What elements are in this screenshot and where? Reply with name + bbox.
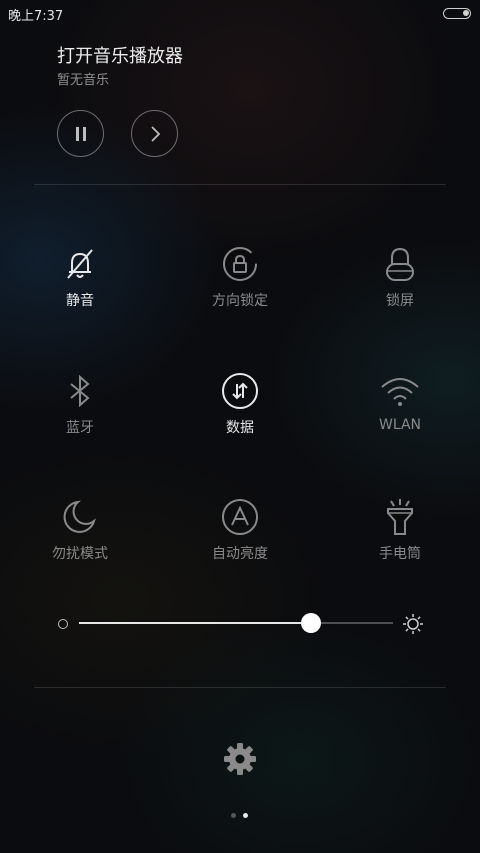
status-time: 晚上7:37 <box>8 9 64 24</box>
brightness-slider-thumb[interactable] <box>301 613 322 633</box>
bell-muted-icon <box>67 249 93 279</box>
brightness-low-icon <box>58 619 68 629</box>
pause-icon <box>75 126 86 141</box>
music-player-title[interactable]: 打开音乐播放器 <box>57 42 183 68</box>
bluetooth-icon <box>70 374 90 408</box>
settings-gear-icon[interactable] <box>222 741 258 777</box>
auto-brightness-icon <box>222 499 258 535</box>
next-track-button[interactable] <box>131 110 178 157</box>
flashlight-icon <box>387 499 413 535</box>
brightness-high-icon <box>403 614 423 634</box>
page-indicator-dot-2 <box>243 813 248 818</box>
toggle-flashlight-label: 手电筒 <box>379 546 421 562</box>
toggle-wlan[interactable]: WLAN <box>320 371 480 433</box>
toggle-bluetooth[interactable]: 蓝牙 <box>0 371 160 437</box>
divider-top <box>34 184 446 185</box>
toggle-lock-screen[interactable]: 锁屏 <box>320 244 480 310</box>
lock-icon <box>386 247 414 281</box>
toggle-mute[interactable]: 静音 <box>0 244 160 310</box>
toggle-mute-label: 静音 <box>66 293 94 309</box>
mobile-data-icon <box>222 373 258 409</box>
page-indicator-dot-1 <box>231 813 236 818</box>
toggle-mobile-data[interactable]: 数据 <box>160 371 320 437</box>
chevron-right-icon <box>150 125 160 142</box>
toggle-do-not-disturb-label: 勿扰模式 <box>52 546 108 562</box>
pause-button[interactable] <box>57 110 104 157</box>
toggle-auto-brightness[interactable]: 自动亮度 <box>160 497 320 563</box>
toggle-mobile-data-label: 数据 <box>226 420 254 436</box>
toggle-rotation-lock[interactable]: 方向锁定 <box>160 244 320 310</box>
toggle-wlan-label: WLAN <box>378 417 421 433</box>
toggle-flashlight[interactable]: 手电筒 <box>320 497 480 563</box>
toggle-bluetooth-label: 蓝牙 <box>66 420 94 436</box>
divider-bottom <box>34 687 446 688</box>
rotation-lock-icon <box>223 247 257 281</box>
battery-icon <box>443 8 471 19</box>
moon-icon <box>63 500 96 533</box>
toggle-auto-brightness-label: 自动亮度 <box>212 546 268 562</box>
toggle-lock-screen-label: 锁屏 <box>386 293 414 309</box>
music-status: 暂无音乐 <box>57 73 110 88</box>
toggle-do-not-disturb[interactable]: 勿扰模式 <box>0 497 160 563</box>
brightness-slider-fill <box>79 622 312 624</box>
toggle-rotation-lock-label: 方向锁定 <box>212 293 268 309</box>
wifi-icon <box>381 378 419 406</box>
